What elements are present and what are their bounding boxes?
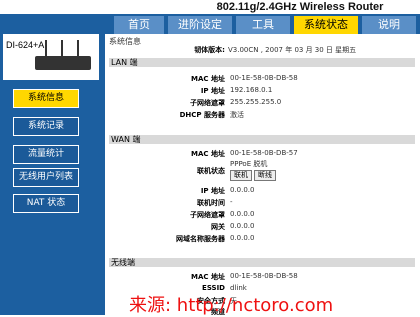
- wireless-mac-label: MAC 地址: [191, 273, 225, 281]
- sidebar-item-traffic-stats[interactable]: 流量统计: [13, 145, 79, 164]
- firmware-value: V3.00CN , 2007 年 03 月 30 日 星期五: [228, 46, 357, 54]
- banner-title: 802.11g/2.4GHz Wireless Router: [216, 1, 384, 13]
- wan-status-label: 联机状态: [197, 167, 225, 175]
- disconnect-button[interactable]: 断线: [254, 170, 276, 181]
- top-tabs: 首页 进阶设定 工具 系统状态 说明: [105, 14, 420, 34]
- wan-mask-label: 子网络遮罩: [190, 211, 225, 219]
- wan-gateway-label: 网关: [211, 223, 225, 231]
- wireless-section-bar: 无线端: [109, 258, 415, 267]
- wan-time-label: 联机时间: [197, 199, 225, 207]
- wan-gateway-value: 0.0.0.0: [230, 222, 255, 230]
- firmware-label: 韧体版本:: [194, 46, 225, 54]
- device-image: DI-624+A: [3, 34, 99, 80]
- lan-mask-label: 子网络遮罩: [190, 99, 225, 107]
- tab-status[interactable]: 系统状态: [294, 16, 358, 34]
- wan-time-value: -: [230, 198, 233, 206]
- main-content: 系统信息 韧体版本: V3.00CN , 2007 年 03 月 30 日 星期…: [105, 34, 420, 315]
- wan-ip-value: 0.0.0.0: [230, 186, 255, 194]
- wan-mac-label: MAC 地址: [191, 150, 225, 158]
- top-banner: 802.11g/2.4GHz Wireless Router: [0, 0, 420, 14]
- wan-dns-value: 0.0.0.0: [230, 234, 255, 242]
- router-icon: [35, 56, 91, 70]
- wan-ip-label: IP 地址: [200, 187, 225, 195]
- lan-mac-label: MAC 地址: [191, 75, 225, 83]
- tab-help[interactable]: 说明: [362, 16, 416, 34]
- wireless-mac-value: 00-1E-58-0B-DB-58: [230, 272, 298, 280]
- tab-advanced[interactable]: 进阶设定: [168, 16, 232, 34]
- wan-status-value: PPPoE 脱机: [230, 160, 268, 168]
- wan-dns-label: 网域名称服务器: [176, 235, 225, 243]
- lan-mac-value: 00-1E-58-0B-DB-58: [230, 74, 298, 82]
- lan-ip-value: 192.168.0.1: [230, 86, 273, 94]
- wan-mask-value: 0.0.0.0: [230, 210, 255, 218]
- lan-dhcp-value: 激活: [230, 111, 244, 119]
- device-label: DI-624+A: [6, 40, 45, 50]
- sidebar-item-system-log[interactable]: 系统记录: [13, 117, 79, 136]
- sidebar-item-system-info[interactable]: 系统信息: [13, 89, 79, 108]
- lan-ip-label: IP 地址: [200, 87, 225, 95]
- tab-home[interactable]: 首页: [114, 16, 164, 34]
- lan-mask-value: 255.255.255.0: [230, 98, 282, 106]
- sidebar-item-nat-status[interactable]: NAT 状态: [13, 194, 79, 213]
- lan-section-bar: LAN 端: [109, 58, 415, 67]
- tab-tools[interactable]: 工具: [236, 16, 290, 34]
- connect-button[interactable]: 联机: [230, 170, 252, 181]
- wan-section-bar: WAN 端: [109, 135, 415, 144]
- sidebar-item-wireless-clients[interactable]: 无线用户列表: [13, 168, 79, 187]
- watermark-text: 来源: http://nctoro.com: [129, 295, 334, 316]
- lan-dhcp-label: DHCP 服务器: [179, 111, 225, 119]
- wan-mac-value: 00-1E-58-0B-DB-57: [230, 149, 298, 157]
- sidebar: DI-624+A 系统信息 系统记录 流量统计 无线用户列表 NAT 状态: [0, 14, 105, 315]
